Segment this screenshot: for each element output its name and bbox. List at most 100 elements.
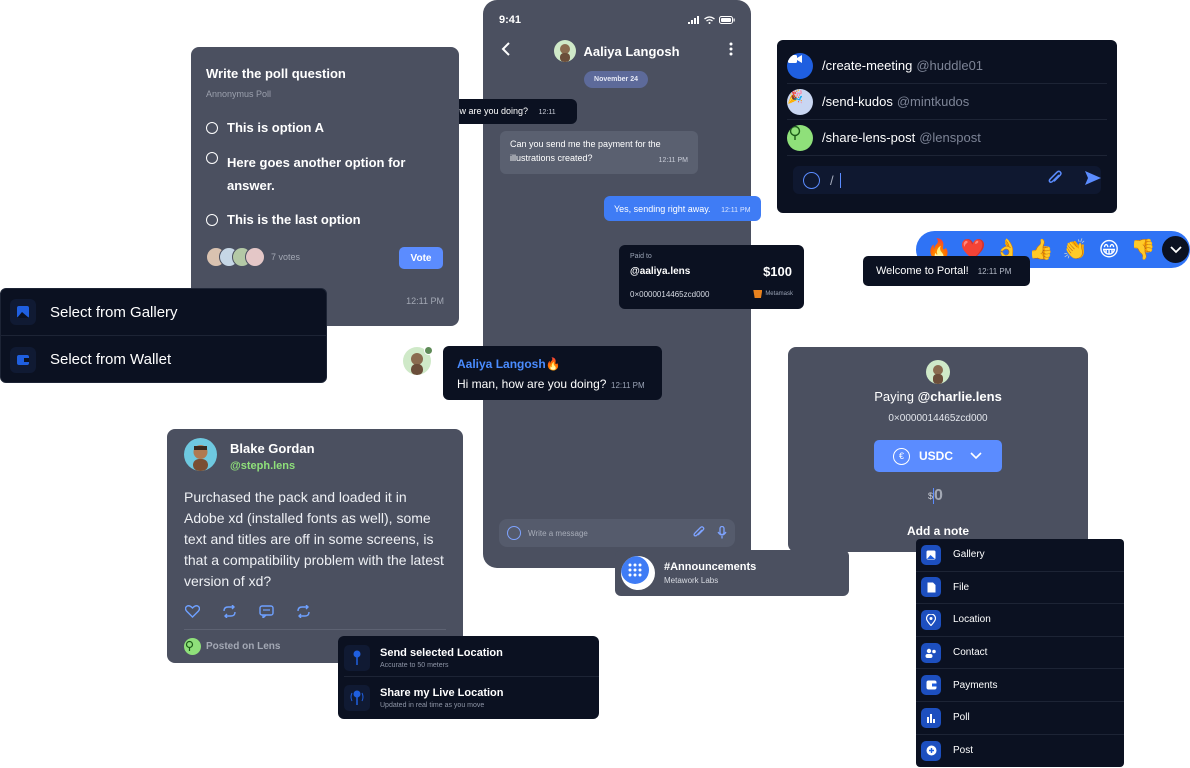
command-name[interactable]: /create-meeting: [822, 58, 912, 73]
reaction-clap[interactable]: 👏: [1058, 237, 1092, 262]
reply-sender-name: Aaliya Langosh🔥: [457, 357, 561, 371]
command-input-value[interactable]: /: [830, 173, 834, 188]
status-time: 9:41: [499, 14, 522, 26]
attach-item-label[interactable]: Post: [953, 745, 973, 756]
currency-symbol: €: [898, 451, 904, 461]
contact-name[interactable]: Aaliya Langosh: [583, 44, 679, 59]
mirror-icon[interactable]: [296, 604, 311, 623]
attach-icon[interactable]: [1048, 170, 1063, 190]
attach-item-label[interactable]: Poll: [953, 712, 970, 723]
wifi-icon: [704, 16, 715, 24]
wallet-name: Metamask: [765, 291, 793, 297]
vote-count: 7 votes: [271, 252, 301, 262]
outgoing-message: Yes, sending right away. 12:11 PM: [604, 196, 761, 221]
message-composer[interactable]: Write a message: [499, 519, 735, 547]
location-menu: Send selected Location Accurate to 50 me…: [338, 636, 599, 719]
reply-time: 12:11 PM: [611, 381, 645, 390]
amount-value[interactable]: 0: [934, 487, 943, 505]
emoji-icon[interactable]: [803, 171, 820, 189]
attach-item-location[interactable]: Location: [916, 604, 1124, 637]
microphone-icon[interactable]: [717, 525, 727, 541]
attach-item-payments[interactable]: Payments: [916, 669, 1124, 702]
poll-option-label[interactable]: Here goes another option for answer.: [227, 151, 426, 197]
location-title[interactable]: Share my Live Location: [380, 687, 503, 699]
attach-icon[interactable]: [693, 526, 705, 540]
radio-button[interactable]: [206, 152, 218, 164]
lens-icon: [184, 638, 201, 655]
live-location-icon: [344, 684, 370, 711]
comment-icon[interactable]: [259, 605, 274, 623]
poll-option-label[interactable]: This is option A: [227, 120, 324, 135]
poll-option[interactable]: Here goes another option for answer.: [206, 151, 426, 197]
attach-item-gallery[interactable]: Gallery: [916, 539, 1124, 572]
select-wallet-label[interactable]: Select from Wallet: [50, 351, 171, 368]
post-icon: [921, 740, 941, 761]
share-live-location-item[interactable]: Share my Live Location Updated in real t…: [344, 679, 599, 716]
composer-placeholder[interactable]: Write a message: [528, 529, 693, 538]
message-time: 12:11 PM: [721, 207, 751, 214]
send-icon[interactable]: [1085, 170, 1101, 190]
welcome-text: Welcome to Portal!: [876, 265, 969, 277]
reaction-grin[interactable]: 😁: [1092, 237, 1126, 262]
payment-address: 0×0000014465zcd000: [630, 290, 710, 299]
command-item[interactable]: /share-lens-post @lenspost: [787, 120, 1107, 156]
contact-icon: [921, 642, 941, 663]
attach-item-contact[interactable]: Contact: [916, 637, 1124, 670]
command-item[interactable]: /create-meeting @huddle01: [787, 48, 1107, 84]
more-options-icon[interactable]: [729, 42, 733, 59]
attach-item-label[interactable]: Gallery: [953, 549, 985, 560]
announcement-channel[interactable]: #Announcements Metawork Labs: [615, 550, 849, 596]
attach-item-poll[interactable]: Poll: [916, 702, 1124, 735]
command-input[interactable]: /: [793, 166, 1101, 194]
contact-avatar[interactable]: [554, 40, 577, 62]
select-gallery-item[interactable]: Select from Gallery: [1, 289, 326, 336]
poll-time: 12:11 PM: [406, 296, 444, 306]
location-subtitle: Updated in real time as you move: [380, 701, 485, 709]
chevron-down-icon[interactable]: [970, 447, 982, 465]
amount-input[interactable]: $ 0: [928, 487, 943, 505]
wallet-label: Metamask: [753, 290, 793, 298]
command-name[interactable]: /send-kudos: [822, 94, 893, 109]
expand-reactions-chevron-icon[interactable]: [1162, 236, 1189, 263]
poll-option[interactable]: This is the last option: [206, 212, 361, 227]
payment-card[interactable]: Paid to @aaliya.lens $100 0×0000014465zc…: [619, 245, 804, 309]
author-avatar[interactable]: [184, 438, 217, 471]
channel-title[interactable]: #Announcements: [664, 561, 756, 573]
pin-icon: [344, 645, 370, 671]
post-handle[interactable]: @steph.lens: [230, 460, 295, 472]
poll-option-label[interactable]: This is the last option: [227, 212, 361, 227]
radio-button[interactable]: [206, 121, 218, 134]
select-wallet-item[interactable]: Select from Wallet: [1, 336, 326, 383]
poll-option[interactable]: This is option A: [206, 120, 324, 135]
reaction-thumbs-down[interactable]: 👎: [1126, 237, 1160, 262]
select-gallery-label[interactable]: Select from Gallery: [50, 304, 178, 321]
location-title[interactable]: Send selected Location: [380, 647, 503, 659]
attach-item-label[interactable]: Payments: [953, 680, 997, 691]
euro-icon: €: [893, 447, 910, 465]
currency-select[interactable]: € USDC: [874, 440, 1002, 472]
vote-button[interactable]: Vote: [399, 247, 443, 269]
poll-subtitle: Annonymus Poll: [206, 89, 272, 99]
poll-icon: [921, 707, 941, 728]
attach-item-file[interactable]: File: [916, 572, 1124, 605]
attach-item-label[interactable]: Contact: [953, 647, 987, 658]
battery-icon: [719, 16, 735, 24]
welcome-time: 12:11 PM: [977, 266, 1012, 276]
lens-post-card: Blake Gordan @steph.lens Purchased the p…: [167, 429, 463, 663]
attach-item-post[interactable]: Post: [916, 735, 1124, 768]
attach-item-label[interactable]: File: [953, 582, 969, 593]
repost-icon[interactable]: [222, 604, 237, 623]
emoji-icon[interactable]: [507, 526, 521, 540]
radio-button[interactable]: [206, 213, 218, 226]
add-note-link[interactable]: Add a note: [788, 524, 1088, 538]
post-author[interactable]: Blake Gordan: [230, 441, 315, 456]
send-location-item[interactable]: Send selected Location Accurate to 50 me…: [344, 640, 599, 677]
payment-amount: $100: [763, 264, 792, 279]
command-name[interactable]: /share-lens-post: [822, 130, 915, 145]
command-item[interactable]: 🎉 /send-kudos @mintkudos: [787, 84, 1107, 120]
gallery-icon: [921, 544, 941, 565]
attach-item-label[interactable]: Location: [953, 614, 991, 625]
like-icon[interactable]: [184, 605, 201, 623]
attachment-menu: Gallery File Location Contact Payments Poll Po…: [916, 539, 1124, 767]
currency-label[interactable]: USDC: [919, 449, 953, 463]
